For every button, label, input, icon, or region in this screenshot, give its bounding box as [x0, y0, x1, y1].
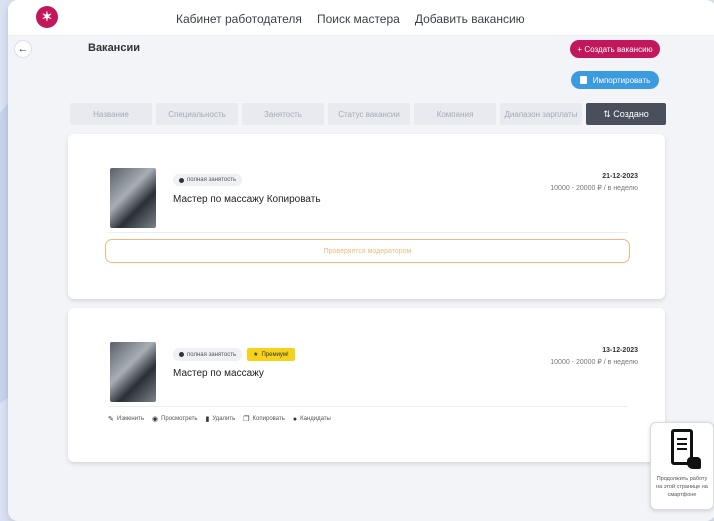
- nav-employer-cabinet[interactable]: Кабинет работодателя: [176, 12, 302, 26]
- top-navbar: ✶ Кабинет работодателя Поиск мастера Доб…: [8, 0, 714, 36]
- view-label: Просмотреть: [161, 416, 198, 422]
- vacancy-image: [110, 168, 156, 228]
- candidates-action[interactable]: ● Кандидаты: [293, 415, 331, 423]
- view-action[interactable]: ◉ Просмотреть: [152, 415, 198, 423]
- candidates-label: Кандидаты: [300, 416, 331, 422]
- vacancy-image: [110, 342, 156, 402]
- filter-name[interactable]: Название: [70, 103, 152, 125]
- app-window: ✶ Кабинет работодателя Поиск мастера Доб…: [8, 0, 714, 521]
- filter-employment[interactable]: Занятость: [242, 103, 324, 125]
- filter-salary[interactable]: Диапазон зарплаты: [500, 103, 582, 125]
- vacancy-title[interactable]: Мастер по массажу: [173, 368, 264, 379]
- delete-label: Удалить: [212, 416, 236, 422]
- premium-badge: ★ Премиум!: [247, 348, 295, 361]
- employment-label: полная занятость: [187, 351, 237, 358]
- import-icon: [579, 76, 587, 84]
- vacancy-date: 21-12-2023: [602, 173, 638, 180]
- import-button[interactable]: Импортировать: [571, 71, 659, 89]
- user-icon: ●: [292, 415, 298, 423]
- filter-created[interactable]: ⇅ Создано: [586, 103, 666, 125]
- info-icon: [179, 177, 184, 183]
- sort-icon: ⇅: [603, 108, 614, 119]
- create-vacancy-button[interactable]: + Создать вакансию: [570, 40, 660, 58]
- logo-icon[interactable]: ✶: [36, 6, 58, 28]
- nav-add-vacancy[interactable]: Добавить вакансию: [415, 12, 525, 26]
- filter-bar: Название Специальность Занятость Статус …: [70, 103, 666, 125]
- delete-action[interactable]: ▮ Удалить: [205, 415, 235, 423]
- copy-label: Копировать: [252, 416, 285, 422]
- star-icon: ★: [253, 352, 259, 358]
- badge-row: полная занятость ★ Премиум!: [173, 348, 295, 361]
- employment-label: полная занятость: [187, 177, 237, 183]
- import-label: Импортировать: [592, 75, 651, 85]
- filter-specialty[interactable]: Специальность: [156, 103, 238, 125]
- premium-label: Премиум!: [261, 351, 289, 358]
- continue-on-phone-widget[interactable]: Продолжить работу на этой странице на см…: [650, 422, 714, 510]
- back-arrow-icon[interactable]: ←: [14, 40, 32, 58]
- vacancy-card: полная занятость Мастер по массажу Копир…: [68, 134, 665, 299]
- widget-text: Продолжить работу на этой странице на см…: [656, 476, 708, 498]
- page-title: Вакансии: [88, 42, 140, 54]
- vacancy-actions: ✎ Изменить ◉ Просмотреть ▮ Удалить ❐ Коп…: [108, 415, 331, 424]
- hand-icon: [687, 457, 701, 469]
- info-icon: [179, 352, 184, 357]
- eye-icon: ◉: [151, 416, 159, 423]
- filter-status[interactable]: Статус вакансии: [328, 103, 410, 125]
- moderation-status: Проверяется модератором: [105, 239, 630, 263]
- divider: [108, 232, 628, 233]
- copy-icon: ❐: [243, 416, 250, 423]
- vacancy-card: полная занятость ★ Премиум! Мастер по ма…: [68, 308, 665, 462]
- badge-row: полная занятость: [173, 174, 243, 186]
- edit-label: Изменить: [116, 416, 144, 422]
- pencil-icon: ✎: [108, 416, 114, 423]
- main-nav: Кабинет работодателя Поиск мастера Добав…: [176, 12, 525, 26]
- nav-find-master[interactable]: Поиск мастера: [317, 12, 400, 26]
- copy-action[interactable]: ❐ Копировать: [243, 415, 285, 423]
- employment-badge: полная занятость: [173, 348, 243, 361]
- vacancy-date: 13-12-2023: [602, 347, 638, 354]
- vacancy-price: 10000 - 20000 ₽ / в неделю: [550, 359, 638, 366]
- filter-created-label: Создано: [613, 109, 649, 119]
- trash-icon: ▮: [205, 416, 210, 423]
- vacancy-price: 10000 - 20000 ₽ / в неделю: [550, 185, 638, 192]
- divider: [108, 406, 628, 407]
- filter-company[interactable]: Компания: [414, 103, 496, 125]
- edit-action[interactable]: ✎ Изменить: [108, 415, 144, 423]
- vacancy-title[interactable]: Мастер по массажу Копировать: [173, 194, 321, 205]
- employment-badge: полная занятость: [173, 174, 243, 186]
